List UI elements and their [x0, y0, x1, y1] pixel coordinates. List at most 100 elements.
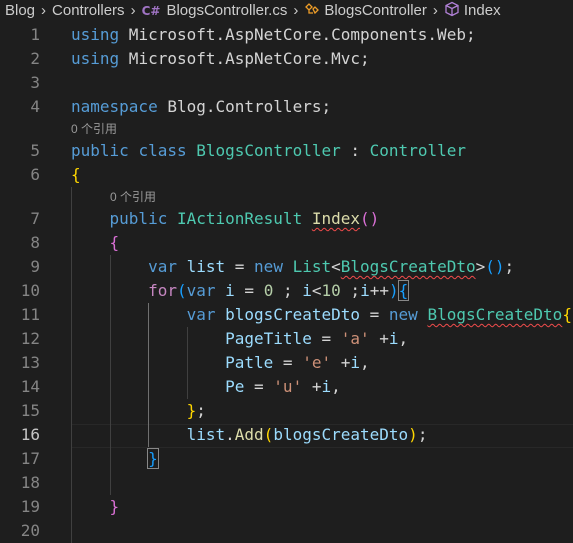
code-line[interactable]: 9 var list = new List<BlogsCreateDto>();: [0, 255, 573, 279]
code-line[interactable]: 7 public IActionResult Index(): [0, 207, 573, 231]
line-number: 12: [20, 329, 40, 348]
codelens-references[interactable]: 0 个引用: [110, 187, 156, 207]
breadcrumb-item-folder-blog[interactable]: Blog: [0, 1, 35, 21]
code-line[interactable]: 15 };: [0, 399, 573, 423]
code-line[interactable]: 13 Patle = 'e' +i,: [0, 351, 573, 375]
code-line[interactable]: 14 Pe = 'u' +i,: [0, 375, 573, 399]
code-text[interactable]: Patle = 'e' +i,: [71, 351, 370, 375]
code-text[interactable]: public IActionResult Index(): [71, 207, 380, 231]
code-line[interactable]: 12 PageTitle = 'a' +i,: [0, 327, 573, 351]
code-token: var: [186, 281, 216, 300]
code-text[interactable]: }: [71, 447, 159, 471]
code-line[interactable]: 5 public class BlogsController : Controll…: [0, 139, 573, 163]
code-token: blogsCreateDto: [273, 425, 409, 444]
code-text[interactable]: PageTitle = 'a' +i,: [71, 327, 408, 351]
code-token: ): [388, 281, 399, 300]
code-text[interactable]: for(var i = 0 ; i<10 ;i++){: [71, 279, 410, 303]
code-token: class: [138, 141, 187, 160]
line-number: 13: [20, 353, 40, 372]
code-line[interactable]: 10 for(var i = 0 ; i<10 ;i++){: [0, 279, 573, 303]
code-token: =: [225, 257, 255, 276]
code-line[interactable]: 3: [0, 71, 573, 95]
code-token: Patle: [225, 353, 274, 372]
codelens-references[interactable]: 0 个引用: [71, 119, 117, 139]
code-text[interactable]: public class BlogsController : Controlle…: [71, 139, 466, 163]
line-number: 8: [30, 233, 40, 252]
code-text[interactable]: {: [71, 231, 120, 255]
code-line[interactable]: 11 var blogsCreateDto = new BlogsCreateD…: [0, 303, 573, 327]
code-token: public: [71, 141, 129, 160]
chevron-right-icon: ›: [293, 2, 299, 19]
code-token: var: [186, 305, 216, 324]
code-line[interactable]: 19 }: [0, 495, 573, 519]
code-editor[interactable]: 1 using Microsoft.AspNetCore.Components.W…: [0, 22, 573, 543]
code-token: Pe: [225, 377, 245, 396]
csharp-file-icon: C#: [141, 4, 161, 18]
code-token: =: [244, 377, 274, 396]
code-token: using: [71, 25, 120, 44]
code-line[interactable]: 6{: [0, 163, 573, 187]
line-number: 11: [20, 305, 40, 324]
indent-guide: [148, 303, 149, 447]
code-token: 'e': [302, 353, 332, 372]
line-number: 18: [20, 473, 40, 492]
code-token: Blog.Controllers;: [157, 97, 332, 116]
code-text[interactable]: }: [71, 495, 120, 519]
line-number: 10: [20, 281, 40, 300]
code-token: 'u': [273, 377, 303, 396]
code-text[interactable]: namespace Blog.Controllers;: [71, 95, 331, 119]
code-token: IActionResult: [176, 209, 303, 228]
code-token: =: [360, 305, 389, 324]
code-line[interactable]: 1 using Microsoft.AspNetCore.Components.W…: [0, 23, 573, 47]
code-line[interactable]: 2 using Microsoft.AspNetCore.Mvc;: [0, 47, 573, 71]
code-token: using: [71, 49, 120, 68]
code-text[interactable]: Pe = 'u' +i,: [71, 375, 341, 399]
code-token: PageTitle: [225, 329, 312, 348]
code-token: .: [225, 425, 235, 444]
code-token: 0: [263, 281, 274, 300]
breadcrumb-item-folder-controllers[interactable]: Controllers: [52, 1, 125, 21]
line-number: 9: [30, 257, 40, 276]
code-line[interactable]: 4 namespace Blog.Controllers;: [0, 95, 573, 119]
breadcrumb-item-method[interactable]: Index: [444, 1, 501, 22]
code-token: (): [360, 209, 380, 228]
code-text[interactable]: using Microsoft.AspNetCore.Components.We…: [71, 23, 476, 47]
code-text[interactable]: list.Add(blogsCreateDto);: [71, 423, 428, 447]
code-text[interactable]: var list = new List<BlogsCreateDto>();: [71, 255, 514, 279]
code-token: Add: [234, 425, 264, 444]
code-line[interactable]: 17 }: [0, 447, 573, 471]
code-token: Controller: [369, 141, 466, 160]
line-number: 17: [20, 449, 40, 468]
code-token: }: [186, 401, 197, 420]
code-token: <: [311, 281, 322, 300]
code-text[interactable]: };: [71, 399, 206, 423]
code-line[interactable]: 18: [0, 471, 573, 495]
code-token: public: [109, 209, 168, 228]
code-line[interactable]: 8 {: [0, 231, 573, 255]
breadcrumb-item-file[interactable]: C# BlogsController.cs: [142, 1, 288, 21]
code-token: Microsoft.AspNetCore.Components.Web;: [119, 25, 476, 44]
code-line[interactable]: 16 list.Add(blogsCreateDto);: [0, 423, 573, 448]
code-token: for: [148, 281, 177, 300]
code-token: i: [225, 281, 235, 300]
code-text[interactable]: using Microsoft.AspNetCore.Mvc;: [71, 47, 370, 71]
code-token: =: [273, 353, 303, 372]
code-token: =: [311, 329, 341, 348]
code-text[interactable]: {: [71, 163, 81, 187]
code-token: >: [475, 257, 486, 276]
code-token: BlogsController: [196, 141, 341, 160]
code-token: ;: [504, 257, 515, 276]
code-token: list: [186, 257, 226, 276]
code-text[interactable]: var blogsCreateDto = new BlogsCreateDto{: [71, 303, 572, 327]
breadcrumb-item-class[interactable]: BlogsController: [304, 1, 427, 21]
code-token: list: [186, 425, 226, 444]
code-token: i: [360, 281, 370, 300]
